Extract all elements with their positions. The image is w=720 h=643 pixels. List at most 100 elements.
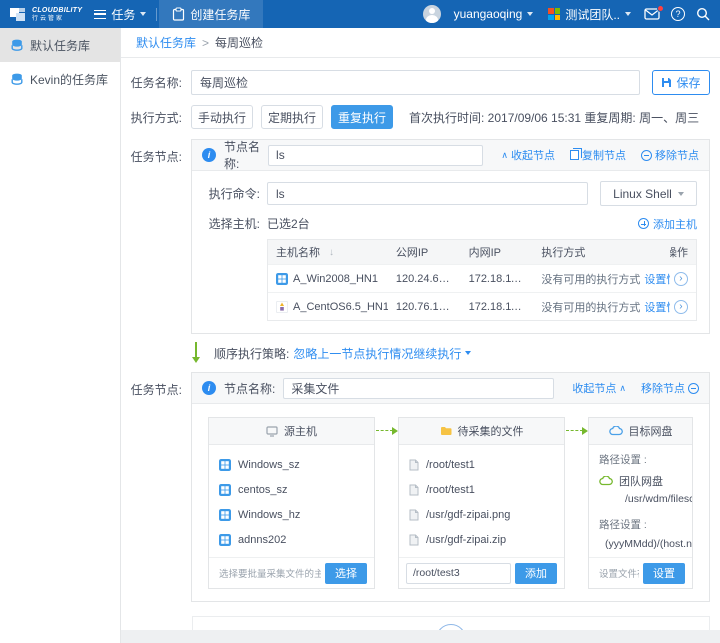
command-row: 执行命令: Linux Shell (200, 181, 697, 206)
file-path: /usr/gdf-zipai.png (426, 509, 510, 521)
task-node-2-row: 任务节点: 节点名称: 收起节点 移除节点 (124, 372, 710, 602)
cloud-icon (609, 426, 623, 436)
go-circle-icon[interactable] (674, 300, 688, 314)
collapse-node-link[interactable]: 收起节点 (572, 380, 626, 396)
collect-files-footer: 添加 (399, 557, 564, 588)
list-item[interactable]: centos_sz (219, 477, 364, 502)
user-menu[interactable]: yuangaoqing (452, 0, 536, 28)
avatar[interactable] (423, 5, 441, 23)
breadcrumb-parent-link[interactable]: 默认任务库 (136, 34, 196, 51)
unread-badge (657, 5, 664, 12)
file-pattern-row[interactable]: (yyyMMdd)/(host.name).zip (599, 538, 682, 550)
team-drive-row[interactable]: 团队网盘 (599, 473, 682, 489)
help-button[interactable] (671, 7, 685, 21)
node-1-header: 节点名称: 收起节点 复制节点 (192, 140, 709, 171)
node-name-label: 节点名称: (224, 380, 275, 397)
chevron-up-icon (619, 382, 626, 394)
collect-files-title: 待采集的文件 (458, 423, 524, 439)
drive-path-row[interactable]: /usr/wdm/filescollect (619, 493, 682, 505)
task-menu-label: 任务 (111, 6, 135, 23)
mode-manual-button[interactable]: 手动执行 (191, 105, 253, 129)
new-file-path-input[interactable] (406, 563, 511, 584)
choose-hosts-button[interactable]: 选择 (325, 563, 367, 584)
node-1-name-input[interactable] (268, 145, 483, 166)
create-task-library-tab[interactable]: 创建任务库 (159, 0, 263, 28)
task-menu[interactable]: 任务 (86, 0, 154, 28)
path-setting-label: 路径设置 : (599, 452, 682, 467)
set-path-button[interactable]: 设置 (643, 563, 685, 584)
host-table-header: 主机名称 公网IP 内网IP 执行方式 操作 (268, 240, 696, 264)
hamburger-icon (94, 10, 106, 19)
sort-down-icon[interactable] (329, 247, 334, 258)
team-grid-icon (548, 8, 560, 20)
save-button[interactable]: 保存 (652, 70, 710, 95)
info-icon (202, 148, 216, 162)
add-node-card[interactable]: 添加节点内容 (192, 616, 710, 630)
team-drive-label: 团队网盘 (619, 473, 663, 489)
list-item[interactable]: /root/test1 (409, 477, 554, 502)
go-circle-icon[interactable] (674, 272, 688, 286)
collect-files-header: 待采集的文件 (399, 418, 564, 445)
search-button[interactable] (696, 7, 710, 21)
add-file-button[interactable]: 添加 (515, 563, 557, 584)
node-2-actions: 收起节点 移除节点 (562, 380, 699, 396)
public-ip-cell: 120.76.126.93 (388, 301, 461, 313)
exec-mode-cell: 没有可用的执行方式 设置快捷方式 | 安装Agent (533, 271, 670, 287)
collapse-node-link[interactable]: 收起节点 (501, 147, 555, 163)
strategy-select[interactable]: 忽略上一节点执行情况继续执行 (293, 345, 471, 362)
windows-os-icon (219, 459, 231, 471)
task-name-input[interactable] (191, 70, 640, 95)
collect-panels: 源主机 Windows_sz centos_sz (208, 417, 693, 589)
set-shortcut-link[interactable]: 设置快捷方式 (644, 299, 670, 315)
mode-repeat-button[interactable]: 重复执行 (331, 105, 393, 129)
col-private-ip: 内网IP (461, 244, 534, 260)
strategy-label: 顺序执行策略: (214, 345, 289, 362)
list-item[interactable]: Windows_hz (219, 502, 364, 527)
sidebar-item-default-library[interactable]: 默认任务库 (0, 28, 120, 62)
team-menu[interactable]: 测试团队.. (546, 0, 633, 28)
windows-os-icon (276, 273, 288, 285)
topbar-right: yuangaoqing 测试团队.. (423, 0, 710, 28)
selected-hosts-count: 已选2台 (267, 215, 310, 232)
list-item[interactable]: /usr/gdf-zipai.png (409, 502, 554, 527)
target-drive-footer: 设置文件存放到网盘的路径 设置 (589, 557, 692, 588)
task-name-label: 任务名称: (124, 74, 182, 91)
list-item[interactable]: adnns202 (219, 527, 364, 552)
messages-button[interactable] (644, 8, 660, 20)
col-hostname: 主机名称 (268, 244, 388, 260)
list-item[interactable]: Windows_sz (219, 452, 364, 477)
remove-node-link[interactable]: 移除节点 (641, 147, 699, 163)
set-shortcut-link[interactable]: 设置快捷方式 (644, 271, 670, 287)
sidebar-item-label: Kevin的任务库 (30, 71, 108, 88)
chevron-down-icon (625, 12, 631, 16)
hint-text: 设置文件存放到网盘的路径 (599, 566, 639, 580)
centos-os-icon (276, 301, 288, 313)
exec-mode-row: 执行方式: 手动执行 定期执行 重复执行 首次执行时间: 2017/09/06 … (124, 105, 710, 129)
list-item[interactable]: /root/test1 (409, 452, 554, 477)
path-setting-label: 路径设置 : (599, 517, 682, 532)
app-logo[interactable]: CLOUDBILITY 行云管家 (4, 4, 86, 24)
add-host-label: 添加主机 (653, 216, 697, 232)
down-arrow-green-icon (192, 342, 200, 364)
file-path: /root/test1 (426, 484, 475, 496)
private-ip-cell: 172.18.11.166 (461, 301, 534, 313)
command-label: 执行命令: (200, 185, 260, 202)
shell-select[interactable]: Linux Shell (600, 181, 697, 206)
node-2-name-input[interactable] (283, 378, 554, 399)
sidebar-item-kevin-library[interactable]: Kevin的任务库 (0, 62, 120, 96)
file-path: /usr/gdf-zipai.zip (426, 534, 506, 546)
command-input[interactable] (267, 182, 588, 205)
file-path: /root/test1 (426, 459, 475, 471)
source-hosts-footer: 选择要批量采集文件的主机 选择 (209, 557, 374, 588)
public-ip-cell: 120.24.68.29 (388, 273, 461, 285)
copy-node-link[interactable]: 复制节点 (570, 147, 626, 163)
add-host-link[interactable]: 添加主机 (638, 216, 697, 232)
remove-node-link[interactable]: 移除节点 (641, 380, 699, 396)
sidebar-item-label: 默认任务库 (30, 37, 90, 54)
content: 任务名称: 保存 执行方式: 手动执行 定期执行 重复执行 首次执行时间: 20 (121, 58, 720, 630)
folder-icon (440, 426, 452, 436)
list-item[interactable]: /usr/gdf-zipai.zip (409, 527, 554, 552)
database-icon (11, 73, 23, 86)
mode-scheduled-button[interactable]: 定期执行 (261, 105, 323, 129)
minus-circle-icon (641, 150, 652, 161)
